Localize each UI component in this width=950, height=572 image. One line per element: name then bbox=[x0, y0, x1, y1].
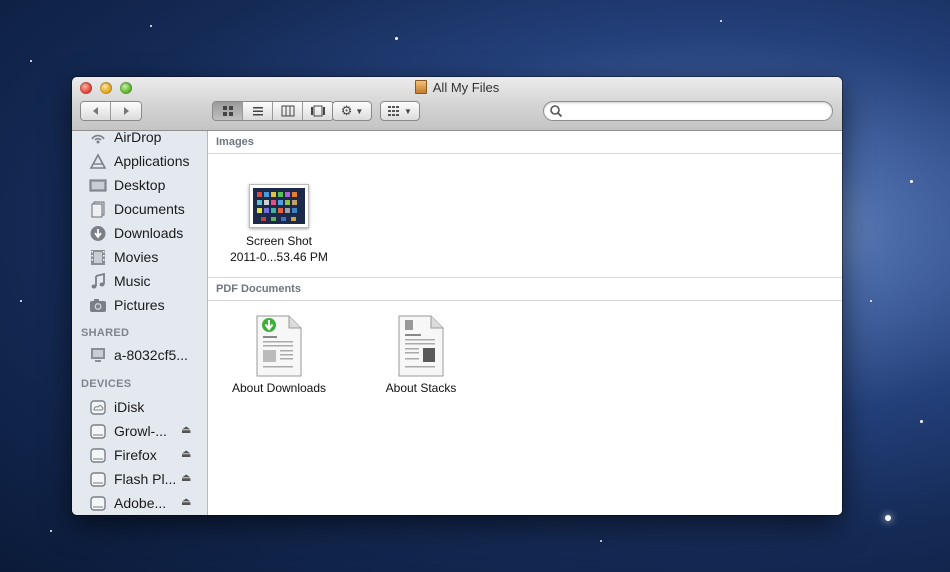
sidebar-item-movies[interactable]: Movies bbox=[72, 246, 207, 270]
sidebar-item-desktop[interactable]: Desktop bbox=[72, 174, 207, 198]
search-icon bbox=[550, 105, 563, 118]
pdf-document-icon bbox=[256, 315, 302, 377]
sidebar-item-label: a-8032cf5... bbox=[114, 347, 188, 363]
list-view-button[interactable] bbox=[243, 102, 273, 120]
pdf-document-icon bbox=[398, 315, 444, 377]
sidebar-item-idisk[interactable]: iDisk bbox=[72, 396, 207, 420]
sidebar-item-label: Desktop bbox=[114, 177, 166, 193]
disk-icon bbox=[90, 448, 106, 463]
sidebar-item-label: Downloads bbox=[114, 225, 184, 241]
sidebar-item-firefox[interactable]: Firefox ⏏ bbox=[72, 444, 207, 468]
sidebar-item-label: Firefox bbox=[114, 447, 157, 463]
list-view-icon bbox=[252, 107, 263, 116]
sidebar-item-label: Music bbox=[114, 273, 151, 289]
icon-view-icon bbox=[222, 106, 233, 116]
forward-arrow-icon bbox=[124, 107, 129, 115]
sidebar-item-label: Pictures bbox=[114, 297, 165, 313]
sidebar-item-pictures[interactable]: Pictures bbox=[72, 294, 207, 318]
file-browser: Images Screen Shot 2011-0...53.46 PM PDF… bbox=[208, 131, 842, 515]
music-icon bbox=[91, 273, 105, 289]
column-view-button[interactable] bbox=[273, 102, 303, 120]
sidebar-item-label: Documents bbox=[114, 201, 185, 217]
finder-window: All My Files ⚙ ▼ ▼ AirDrop Applications … bbox=[72, 77, 842, 515]
group-header-images: Images bbox=[208, 131, 842, 154]
file-name-line2: 2011-0...53.46 PM bbox=[230, 250, 328, 264]
arrange-grid-icon bbox=[388, 106, 400, 116]
computer-icon bbox=[91, 348, 105, 362]
window-title-area: All My Files bbox=[72, 80, 842, 95]
group-header-pdf-documents: PDF Documents bbox=[208, 278, 842, 301]
icon-view-button[interactable] bbox=[213, 102, 243, 120]
sidebar-item-music[interactable]: Music bbox=[72, 270, 207, 294]
sidebar-heading-shared: SHARED bbox=[81, 327, 130, 339]
group-title: PDF Documents bbox=[216, 283, 301, 295]
downloads-icon bbox=[90, 226, 106, 241]
eject-icon[interactable]: ⏏ bbox=[181, 423, 191, 436]
action-menu-button[interactable]: ⚙ ▼ bbox=[332, 101, 372, 121]
gear-icon: ⚙ bbox=[340, 103, 353, 118]
chevron-down-icon: ▼ bbox=[404, 106, 412, 116]
sidebar-item-documents[interactable]: Documents bbox=[72, 198, 207, 222]
search-field[interactable] bbox=[543, 101, 833, 121]
file-about-stacks[interactable]: About Stacks bbox=[356, 314, 486, 396]
applications-icon bbox=[89, 153, 107, 169]
sidebar-item-label: Adobe... bbox=[114, 495, 167, 511]
sidebar-item-label: Movies bbox=[114, 249, 159, 265]
disk-icon bbox=[90, 424, 106, 439]
sidebar-item-adobe[interactable]: Adobe... ⏏ bbox=[72, 492, 207, 515]
file-about-downloads[interactable]: About Downloads bbox=[214, 314, 344, 396]
group-title: Images bbox=[216, 136, 254, 148]
arrange-menu-button[interactable]: ▼ bbox=[380, 101, 420, 121]
file-screen-shot[interactable]: Screen Shot 2011-0...53.46 PM bbox=[214, 184, 344, 265]
cover-flow-icon bbox=[311, 105, 325, 117]
file-name-line1: Screen Shot bbox=[245, 234, 313, 248]
screenshot-thumbnail bbox=[249, 184, 309, 228]
sidebar-item-downloads[interactable]: Downloads bbox=[72, 222, 207, 246]
sidebar-item-label: AirDrop bbox=[114, 131, 162, 145]
chevron-down-icon: ▼ bbox=[355, 106, 364, 116]
sidebar-item-label: Growl-... bbox=[114, 423, 167, 439]
sidebar-item-label: Applications bbox=[114, 153, 190, 169]
airdrop-icon bbox=[91, 134, 105, 144]
eject-icon[interactable]: ⏏ bbox=[181, 495, 191, 508]
file-name: About Downloads bbox=[231, 381, 327, 395]
folder-icon bbox=[414, 80, 427, 94]
eject-icon[interactable]: ⏏ bbox=[181, 471, 191, 484]
toolbar: All My Files ⚙ ▼ ▼ bbox=[72, 77, 842, 131]
documents-icon bbox=[91, 201, 105, 218]
desktop-icon bbox=[89, 179, 107, 192]
eject-icon[interactable]: ⏏ bbox=[181, 447, 191, 460]
forward-button[interactable] bbox=[111, 102, 141, 120]
file-name: About Stacks bbox=[385, 381, 457, 395]
pictures-icon bbox=[90, 299, 106, 312]
sidebar-item-applications[interactable]: Applications bbox=[72, 150, 207, 174]
idisk-icon bbox=[90, 400, 106, 415]
movies-icon bbox=[91, 250, 105, 265]
sidebar: AirDrop Applications Desktop Documents D… bbox=[72, 131, 208, 515]
disk-icon bbox=[90, 496, 106, 511]
sidebar-item-label: Flash Pl... bbox=[114, 471, 177, 487]
cover-flow-view-button[interactable] bbox=[303, 102, 333, 120]
sidebar-item-airdrop[interactable]: AirDrop bbox=[72, 131, 207, 150]
back-arrow-icon bbox=[92, 107, 98, 115]
window-title: All My Files bbox=[432, 80, 500, 95]
sidebar-item-shared-computer[interactable]: a-8032cf5... bbox=[72, 344, 207, 368]
sidebar-item-label: iDisk bbox=[114, 399, 145, 415]
view-mode-control bbox=[212, 101, 334, 121]
column-view-icon bbox=[281, 105, 294, 117]
sidebar-heading-devices: DEVICES bbox=[81, 378, 132, 390]
sidebar-item-growl[interactable]: Growl-... ⏏ bbox=[72, 420, 207, 444]
sidebar-item-flash-player[interactable]: Flash Pl... ⏏ bbox=[72, 468, 207, 492]
disk-icon bbox=[90, 472, 106, 487]
back-button[interactable] bbox=[81, 102, 111, 120]
search-input[interactable] bbox=[566, 104, 825, 120]
back-forward-control bbox=[80, 101, 142, 121]
